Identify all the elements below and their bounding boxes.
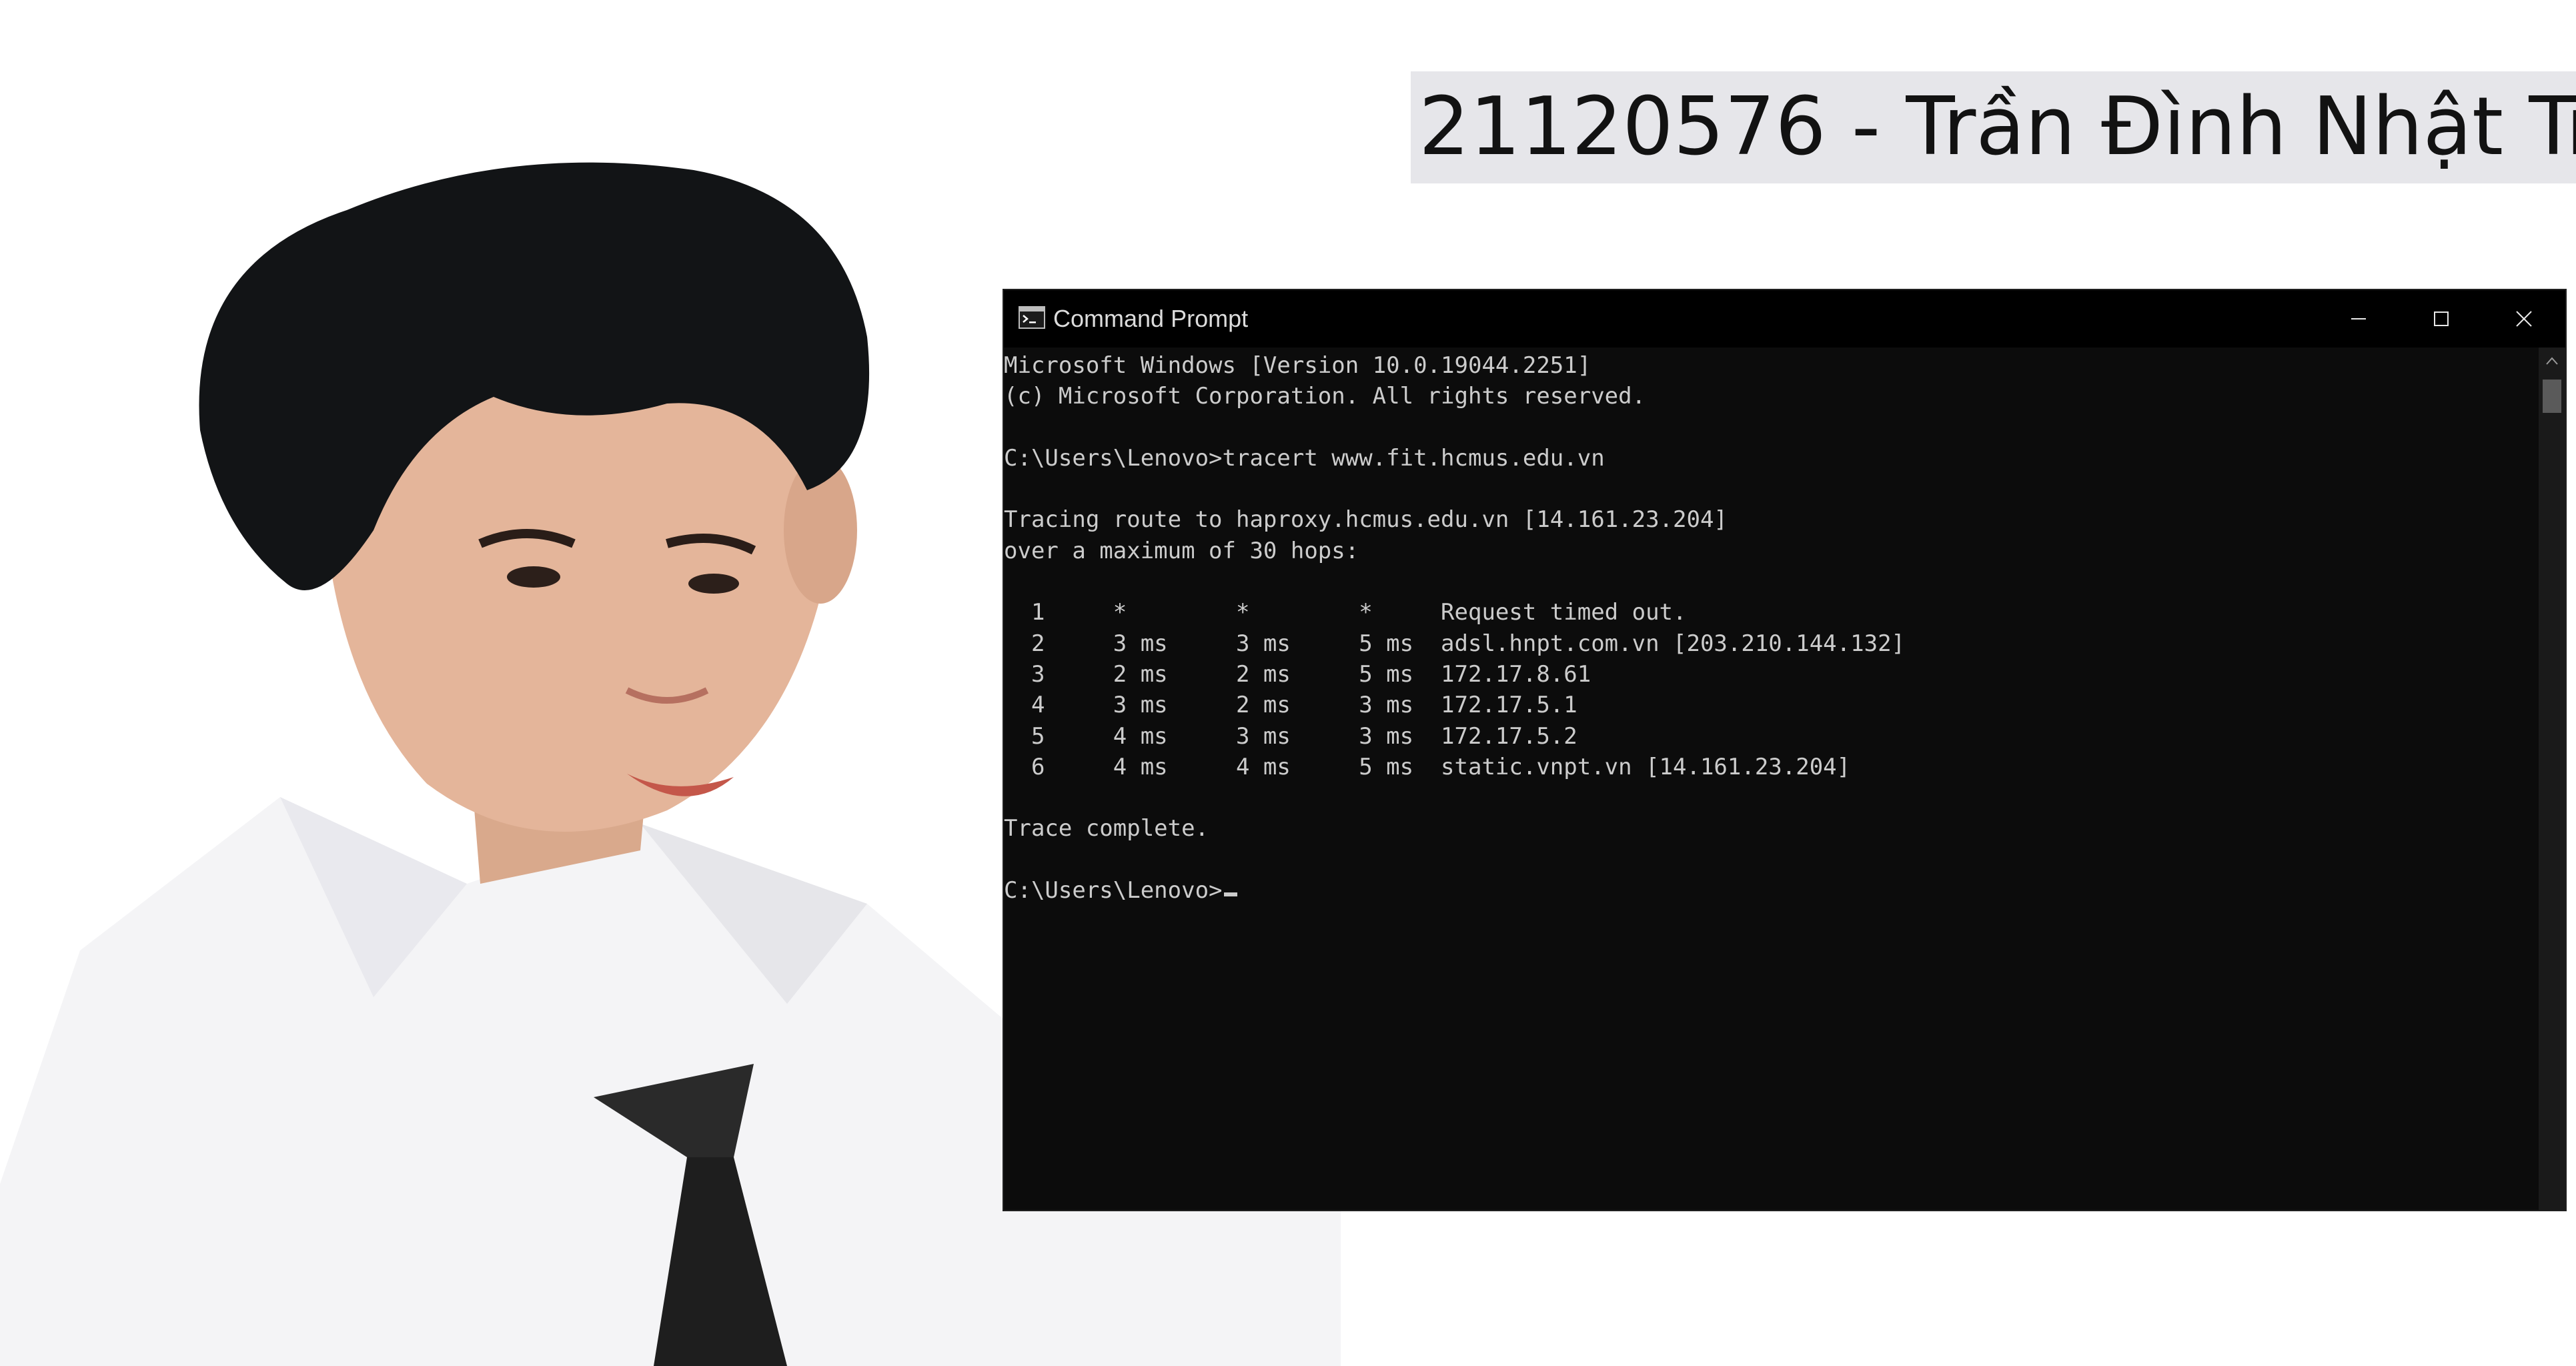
close-button[interactable] xyxy=(2483,290,2565,348)
console-line: 6 4 ms 4 ms 5 ms static.vnpt.vn [14.161.… xyxy=(1004,753,1851,780)
console-line: over a maximum of 30 hops: xyxy=(1004,537,1359,564)
scrollbar-thumb[interactable] xyxy=(2543,380,2561,413)
console-line: 4 3 ms 2 ms 3 ms 172.17.5.1 xyxy=(1004,692,1577,719)
minimize-icon xyxy=(2351,318,2366,319)
close-icon xyxy=(2516,311,2532,327)
console-line: Microsoft Windows [Version 10.0.19044.22… xyxy=(1004,352,1591,379)
maximize-button[interactable] xyxy=(2400,290,2483,348)
cursor-caret xyxy=(1223,892,1237,897)
console-line: 3 2 ms 2 ms 5 ms 172.17.8.61 xyxy=(1004,660,1591,688)
chevron-up-icon xyxy=(2546,357,2558,365)
cmd-app-icon[interactable] xyxy=(1019,306,1045,329)
console-line: 1 * * * Request timed out. xyxy=(1004,599,1687,626)
page-title: 21120576 - Trần Đình Nhật Trí xyxy=(1411,71,2576,183)
console-prompt-line[interactable]: C:\Users\Lenovo> xyxy=(1004,875,2539,906)
console-line: Trace complete. xyxy=(1004,815,1209,842)
console-prompt: C:\Users\Lenovo> xyxy=(1004,877,1223,904)
window-title: Command Prompt xyxy=(1053,305,1249,332)
scroll-up-button[interactable] xyxy=(2539,348,2565,374)
console-output[interactable]: Microsoft Windows [Version 10.0.19044.22… xyxy=(1004,348,2539,1210)
console-line: 2 3 ms 3 ms 5 ms adsl.hnpt.com.vn [203.2… xyxy=(1004,630,1906,657)
console-line: 5 4 ms 3 ms 3 ms 172.17.5.2 xyxy=(1004,722,1577,750)
minimize-button[interactable] xyxy=(2317,290,2400,348)
console-line: Tracing route to haproxy.hcmus.edu.vn [1… xyxy=(1004,506,1728,534)
vertical-scrollbar[interactable] xyxy=(2539,348,2565,1210)
console-line: (c) Microsoft Corporation. All rights re… xyxy=(1004,383,1646,410)
window-titlebar[interactable]: Command Prompt xyxy=(1004,290,2565,348)
maximize-icon xyxy=(2434,311,2449,326)
command-prompt-window[interactable]: Command Prompt Microsoft Windows [Versio… xyxy=(1003,289,2567,1211)
console-line: C:\Users\Lenovo>tracert www.fit.hcmus.ed… xyxy=(1004,444,1605,472)
